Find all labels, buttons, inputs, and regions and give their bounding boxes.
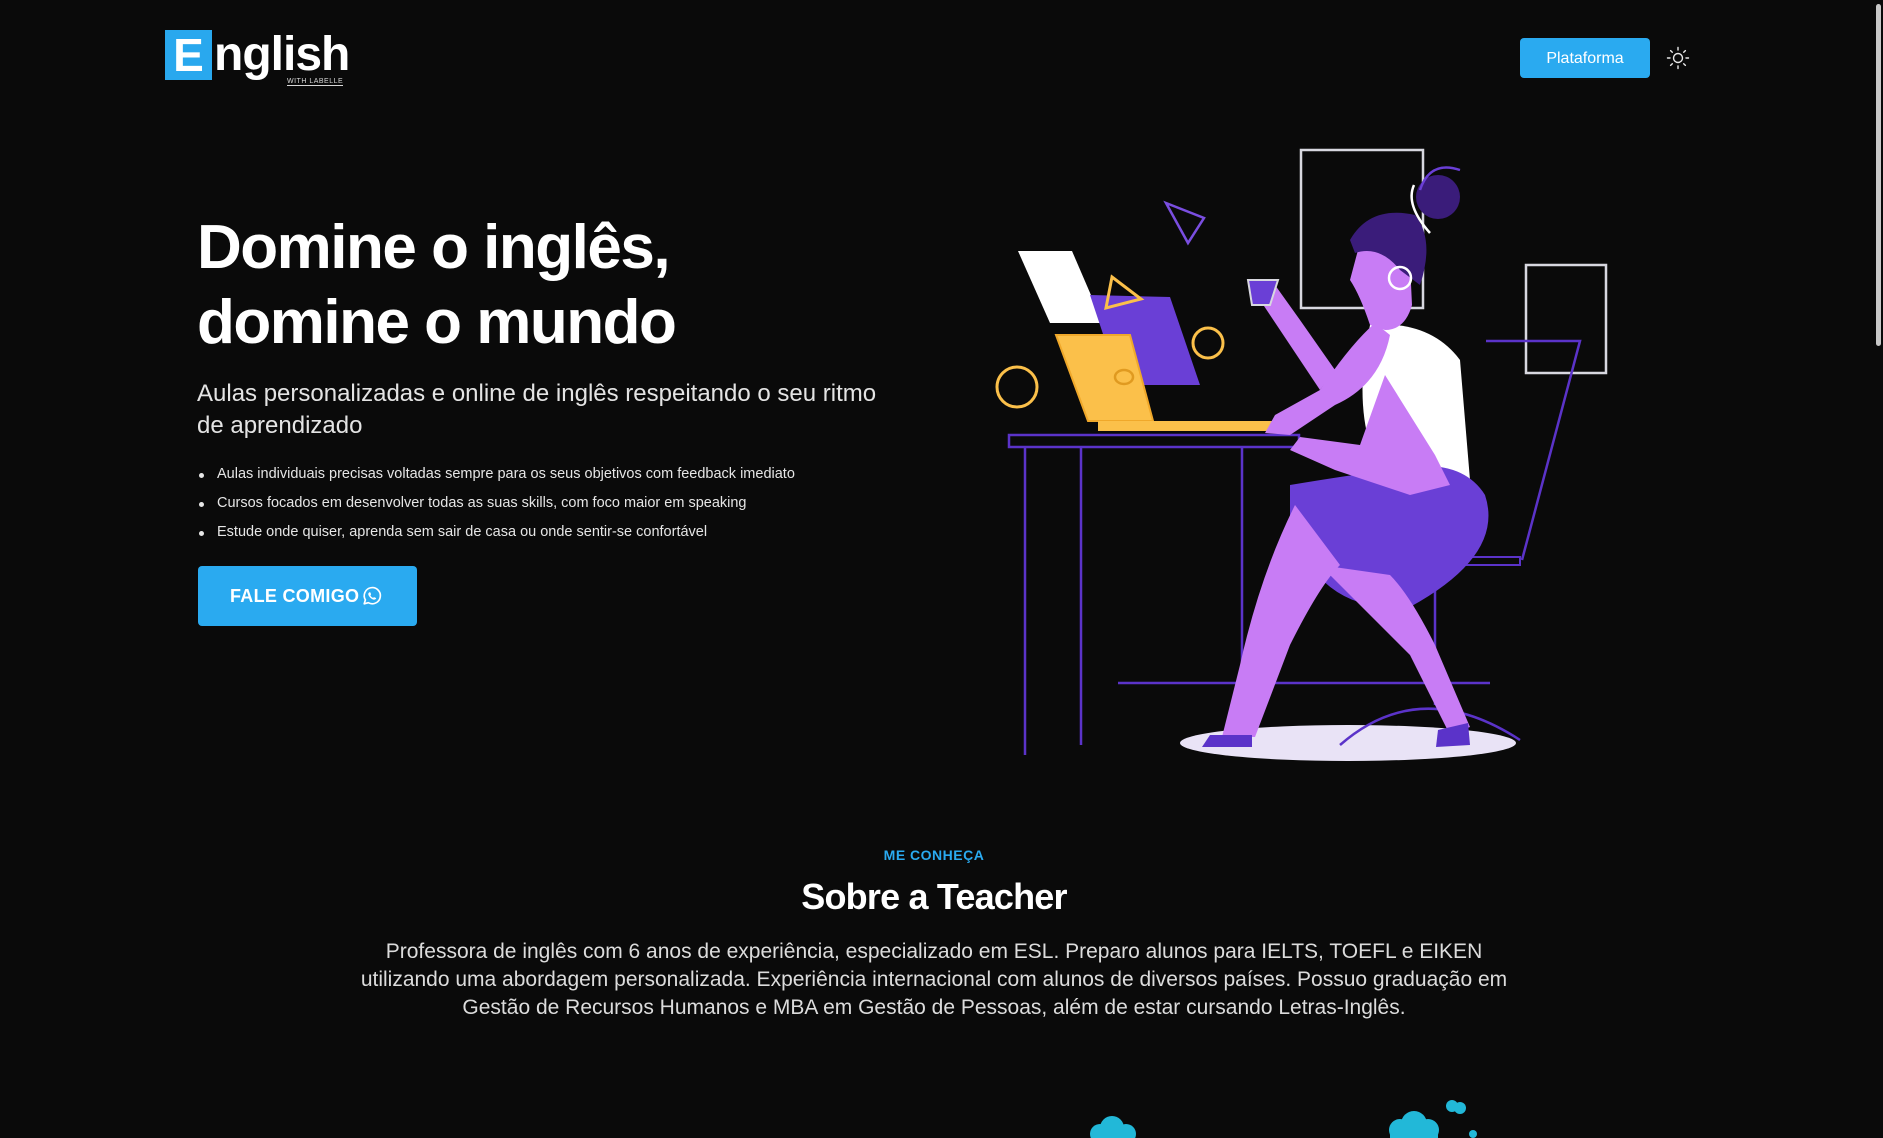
feature-item: Aulas individuais precisas voltadas semp… (197, 460, 917, 489)
feature-list: Aulas individuais precisas voltadas semp… (197, 460, 917, 547)
feature-item: Cursos focados em desenvolver todas as s… (197, 489, 917, 518)
logo-wordmark: nglish (214, 28, 350, 81)
whatsapp-icon (361, 585, 383, 607)
hero-title-line-2: domine o mundo (197, 288, 677, 357)
site-logo[interactable]: E nglish WITH LABELLE (165, 28, 350, 88)
logo-tagline: WITH LABELLE (287, 78, 344, 86)
platform-button[interactable]: Plataforma (1520, 38, 1650, 78)
feature-item: Estude onde quiser, aprenda sem sair de … (197, 518, 917, 547)
contact-button[interactable]: FALE COMIGO (198, 566, 417, 626)
hero-title: Domine o inglês, domine o mundo (197, 210, 917, 360)
sun-icon[interactable] (1666, 46, 1690, 70)
about-text: Professora de inglês com 6 anos de exper… (360, 940, 1508, 1019)
hero-title-line-1: Domine o inglês, (197, 213, 671, 282)
site-header: E nglish WITH LABELLE Plataforma (0, 0, 1883, 115)
hero-illustration (995, 148, 1608, 761)
contact-button-label: FALE COMIGO (230, 586, 360, 606)
about-title: Sobre a Teacher (801, 876, 1067, 917)
cloud-decoration (1090, 1100, 1477, 1138)
about-kicker: ME CONHEÇA (883, 847, 985, 863)
logo-letter: E (165, 30, 212, 80)
hero-subtitle: Aulas personalizadas e online de inglês … (197, 380, 877, 439)
scrollbar-thumb[interactable] (1876, 4, 1881, 346)
